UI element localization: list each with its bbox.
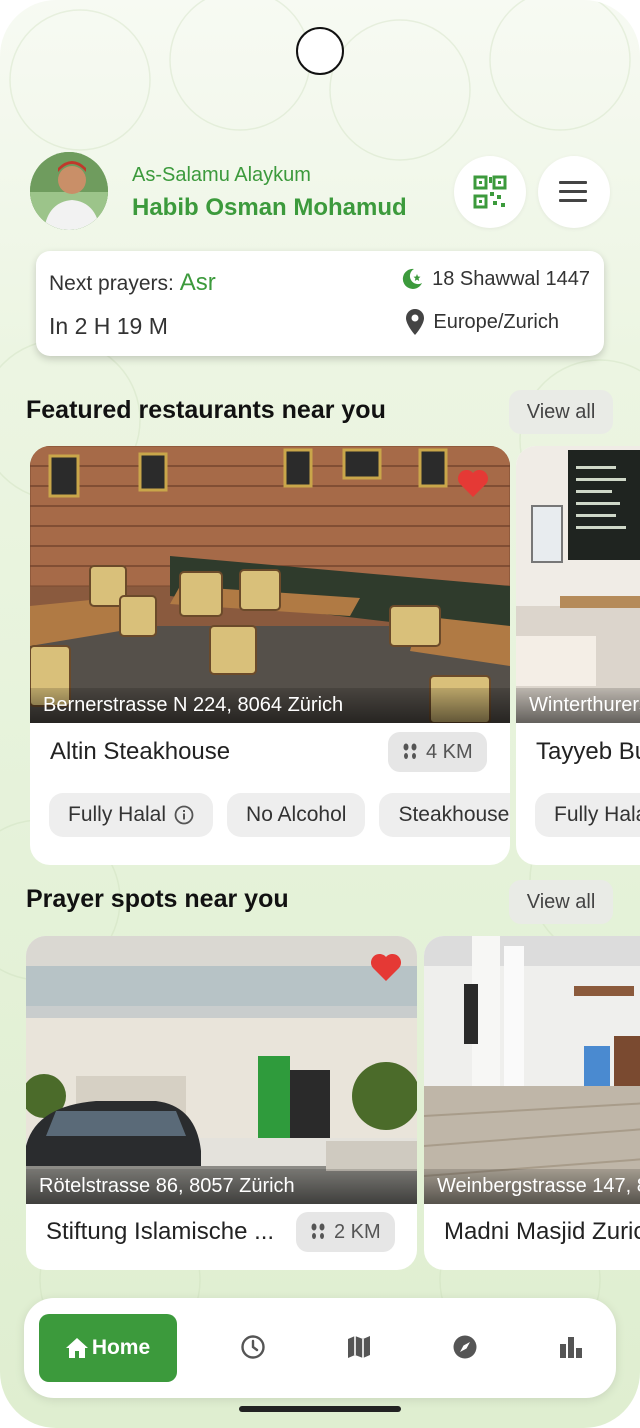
prayer-spot-name: Stiftung Islamische ...: [46, 1218, 275, 1245]
walking-icon: [311, 1223, 325, 1239]
tag-no-alcohol[interactable]: No Alcohol: [227, 793, 366, 837]
heart-favorite-icon[interactable]: [370, 952, 402, 982]
prayer-spot-photo: Rötelstrasse 86, 8057 Zürich: [26, 936, 417, 1204]
avatar[interactable]: [30, 152, 108, 230]
restaurant-address: Winterthurerstrasse: [516, 688, 640, 723]
prayer-spot-name: Madni Masjid Zurich: [444, 1218, 640, 1245]
prayer-spot-card[interactable]: Weinbergstrasse 147, 8006 Zürich Madni M…: [424, 936, 640, 1270]
tag-fully-halal[interactable]: Fully Halal: [535, 793, 640, 837]
restaurant-name: Tayyeb Burger: [536, 738, 640, 765]
home-icon: [65, 1338, 88, 1358]
bottom-navigation: Home: [24, 1298, 616, 1398]
nav-home-button[interactable]: Home: [39, 1314, 177, 1382]
compass-icon[interactable]: [452, 1334, 478, 1360]
location-pin-icon: [406, 309, 425, 335]
tag-fully-halal[interactable]: Fully Halal: [49, 793, 214, 837]
bar-chart-icon[interactable]: [558, 1334, 584, 1360]
featured-restaurants-title: Featured restaurants near you: [26, 396, 386, 424]
nav-home-label: Home: [91, 1336, 151, 1359]
camera-cutout: [296, 27, 344, 75]
next-prayer-name: Asr: [179, 269, 216, 296]
walking-icon: [403, 743, 417, 759]
restaurant-photo: Winterthurerstrasse: [516, 446, 640, 723]
restaurant-card[interactable]: Bernerstrasse N 224, 8064 Zürich Altin S…: [30, 446, 510, 865]
tag-label: Fully Halal: [68, 803, 167, 826]
restaurant-name: Altin Steakhouse: [50, 738, 231, 765]
next-prayer-prefix: Next prayers:: [49, 272, 180, 295]
restaurants-view-all-button[interactable]: View all: [509, 390, 613, 434]
next-prayer-label: Next prayers: Asr: [49, 269, 216, 297]
distance-badge: 4 KM: [388, 732, 487, 772]
prayer-spots-title: Prayer spots near you: [26, 885, 289, 913]
crescent-moon-icon: [402, 268, 423, 289]
tag-label: Steakhouse: [398, 803, 510, 826]
prayer-spot-address: Rötelstrasse 86, 8057 Zürich: [26, 1169, 417, 1204]
next-prayer-card[interactable]: Next prayers: Asr In 2 H 19 M 18 Shawwal…: [36, 251, 604, 356]
header: As-Salamu Alaykum Habib Osman Mohamud: [30, 152, 612, 232]
qr-code-icon: [473, 175, 507, 209]
user-name: Habib Osman Mohamud: [132, 194, 407, 221]
prayer-countdown: In 2 H 19 M: [49, 313, 168, 339]
app-screen: As-Salamu Alaykum Habib Osman Mohamud Ne…: [0, 0, 640, 1428]
restaurant-tags: Fully Halal: [535, 793, 640, 837]
distance-badge: 2 KM: [296, 1212, 395, 1252]
tag-label: No Alcohol: [246, 803, 347, 826]
timezone-row: Europe/Zurich: [405, 309, 559, 335]
hijri-date: 18 Shawwal 1447: [432, 267, 590, 290]
restaurant-photo: Bernerstrasse N 224, 8064 Zürich: [30, 446, 510, 723]
qr-code-button[interactable]: [454, 156, 526, 228]
clock-icon[interactable]: [240, 1334, 266, 1360]
prayer-spots-view-all-button[interactable]: View all: [509, 880, 613, 924]
hijri-date-row: 18 Shawwal 1447: [400, 267, 590, 291]
hamburger-menu-icon: [559, 181, 587, 202]
prayer-spot-address: Weinbergstrasse 147, 8006 Zürich: [424, 1169, 640, 1204]
home-indicator[interactable]: [239, 1406, 401, 1412]
tag-label: Fully Halal: [554, 803, 640, 826]
restaurant-address: Bernerstrasse N 224, 8064 Zürich: [30, 688, 510, 723]
distance-text: 4 KM: [426, 740, 473, 763]
info-icon[interactable]: [174, 805, 194, 825]
greeting-text: As-Salamu Alaykum: [132, 164, 311, 186]
tag-steakhouse[interactable]: Steakhouse: [379, 793, 510, 837]
heart-favorite-icon[interactable]: [457, 468, 489, 498]
restaurant-tags: Fully Halal No Alcohol Steakhouse: [49, 793, 510, 837]
prayer-spot-photo: Weinbergstrasse 147, 8006 Zürich: [424, 936, 640, 1204]
prayer-spot-card[interactable]: Rötelstrasse 86, 8057 Zürich Stiftung Is…: [26, 936, 417, 1270]
distance-text: 2 KM: [334, 1220, 381, 1243]
restaurant-card[interactable]: Winterthurerstrasse Tayyeb Burger Fully …: [516, 446, 640, 865]
map-icon[interactable]: [346, 1334, 372, 1360]
menu-button[interactable]: [538, 156, 610, 228]
timezone: Europe/Zurich: [433, 310, 559, 333]
